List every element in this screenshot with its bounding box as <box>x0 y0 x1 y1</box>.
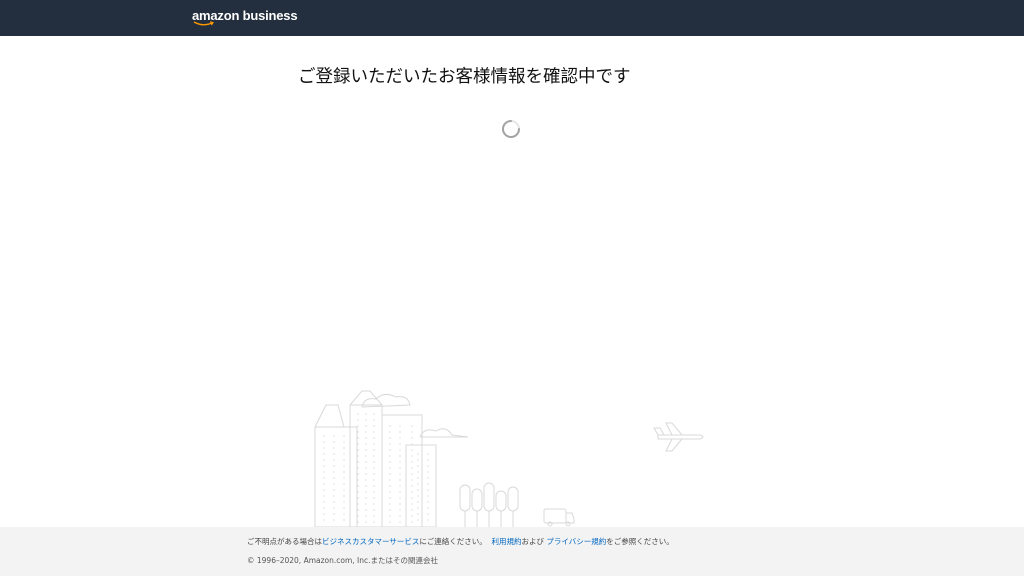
footer-text-prefix: ご不明点がある場合は <box>247 537 322 546</box>
loading-spinner-icon <box>502 120 520 138</box>
city-skyline-illustration <box>314 390 704 527</box>
page-footer: ご不明点がある場合はビジネスカスタマーサービスにご連絡ください。 利用規約および… <box>0 527 1024 576</box>
copyright-text: © 1996–2020, Amazon.com, Inc.またはその関連会社 <box>247 556 439 565</box>
airplane-icon <box>653 422 704 452</box>
footer-text-suffix: をご参照ください。 <box>606 537 674 546</box>
delivery-van-icon <box>543 508 575 527</box>
smile-arrow-icon <box>193 21 214 26</box>
building-shape <box>314 426 358 527</box>
building-shape <box>349 404 383 527</box>
privacy-link[interactable]: プライバシー規約 <box>546 537 606 546</box>
amazon-business-logo[interactable]: amazon business <box>192 8 298 30</box>
footer-text-middle: にご連絡ください。 <box>419 537 487 546</box>
cloud-shape <box>419 428 469 438</box>
building-shape <box>381 414 423 527</box>
terms-link[interactable]: 利用規約 <box>492 537 522 546</box>
page-title: ご登録いただいたお客様情報を確認中です <box>298 67 631 87</box>
building-shape <box>405 444 437 527</box>
footer-help-text: ご不明点がある場合はビジネスカスタマーサービスにご連絡ください。 利用規約および… <box>247 536 674 547</box>
customer-service-link[interactable]: ビジネスカスタマーサービス <box>322 537 419 546</box>
top-navigation-bar: amazon business <box>0 0 1024 36</box>
trees-group <box>459 482 519 527</box>
footer-and-text: および <box>521 537 545 546</box>
